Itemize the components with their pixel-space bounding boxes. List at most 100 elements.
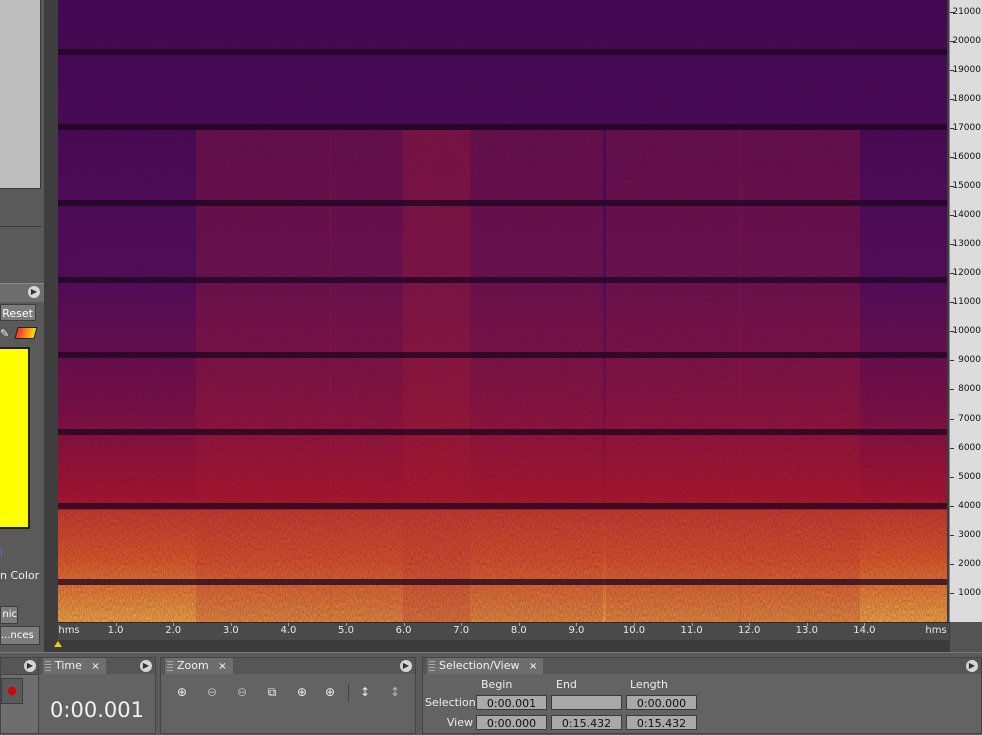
harmonic-button[interactable]: nic [0,606,18,624]
freq-label: 21000 [952,6,981,17]
tab-time[interactable]: Time × [43,658,106,674]
pencil-icon[interactable]: ✎ [0,327,10,340]
color-swatch[interactable] [0,347,30,529]
freq-tick [950,476,954,478]
time-label: hms [925,625,947,636]
zoom-out-full-icon[interactable]: ⊖ [233,684,251,700]
close-icon[interactable]: × [91,661,99,672]
grip-icon[interactable] [167,661,173,671]
tab-selection-view[interactable]: Selection/View × [427,658,544,674]
time-label: 5.0 [338,625,354,636]
preferences-button[interactable]: nces... [0,626,40,645]
time-tick [288,623,290,626]
time-label: 9.0 [568,625,585,636]
time-label: 4.0 [280,625,297,636]
time-label: 8.0 [510,625,527,636]
link-label[interactable]: l [0,548,3,559]
freq-tick [950,360,954,362]
freq-label: 7000 [958,413,981,424]
harmonic-band [58,579,947,585]
time-tick [230,623,232,626]
time-tick [115,623,117,626]
selection-length-field[interactable]: 0:00.000 [626,695,697,710]
reset-button[interactable]: Reset [0,304,36,321]
color-label: n Color [0,569,40,582]
freq-tick [950,447,954,449]
zoom-in-vertical-icon[interactable]: ↕ [356,684,374,700]
freq-label: 3000 [958,529,981,540]
freq-label: 6000 [958,442,981,453]
freq-label: 20000 [952,35,981,46]
freq-label: 8000 [958,384,981,395]
view-begin-field[interactable]: 0:00.000 [476,715,547,730]
column-end: End [556,678,577,691]
time-label: 1.0 [107,625,124,636]
time-label: 13.0 [795,625,818,636]
harmonic-band [58,49,947,55]
time-ruler: hms 1.0 2.0 3.0 4.0 5.0 6.0 7.0 8.0 9.0 10.0 11.0 12… [58,622,949,641]
grip-icon[interactable] [429,661,435,671]
zoom-out-amplitude-icon[interactable]: ⊖ [203,684,221,700]
zoom-in-amplitude-icon[interactable]: ⊕ [173,684,191,700]
time-tick [691,623,693,626]
selection-end-field[interactable] [551,695,622,710]
zoom-in-left-icon[interactable]: ⊕ [293,684,311,700]
freq-label: 16000 [952,151,981,162]
row-selection-label: Selection [425,696,476,709]
zoom-in-right-icon[interactable]: ⊕ [321,684,339,700]
time-tick [806,623,808,626]
tab-label: Time [55,659,82,672]
freq-label: 19000 [952,64,981,75]
zoom-panel-body [161,674,415,733]
time-tick [864,623,866,626]
freq-tick [950,534,954,536]
transport-panel: ▶ [0,657,40,734]
freq-tick [950,563,954,565]
time-tick [346,623,347,626]
harmonic-band [58,277,947,283]
frequency-ruler: 1000 2000 3000 4000 5000 6000 7000 8000 9000 1000… [949,0,982,622]
zoom-out-vertical-icon[interactable]: ↕ [386,684,404,700]
panel-menu-arrow-icon[interactable]: ▶ [24,660,36,672]
selection-begin-field[interactable]: 0:00.001 [476,695,547,710]
spectrogram-display[interactable] [58,0,947,622]
harmonic-band [58,429,947,435]
time-label: 12.0 [738,625,761,636]
panel-menu-arrow-icon[interactable]: ▶ [400,660,412,672]
horizontal-scrollbar[interactable] [44,640,950,652]
column-begin: Begin [481,678,513,691]
panel-menu-arrow-icon[interactable]: ▶ [28,286,40,298]
column-length: Length [630,678,668,691]
grip-icon[interactable] [45,661,51,671]
close-icon[interactable]: × [218,661,226,672]
record-button[interactable] [1,678,23,704]
record-icon [8,687,16,695]
panel-header: Time × ▶ [39,658,155,675]
tab-zoom[interactable]: Zoom × [165,658,233,674]
gradient-brush-icon[interactable] [14,327,38,339]
panel-menu-arrow-icon[interactable]: ▶ [140,660,152,672]
freq-tick [950,505,954,507]
harmonic-band [58,200,947,206]
left-dock-header: ▶ [0,283,44,302]
playhead-marker-icon[interactable] [54,641,62,647]
spectrogram-image [58,0,947,622]
view-length-field[interactable]: 0:15.432 [626,715,697,730]
time-tick [634,623,635,626]
close-icon[interactable]: × [529,661,537,672]
freq-label: 18000 [952,93,981,104]
time-label: hms [58,625,80,636]
view-end-field[interactable]: 0:15.432 [551,715,622,730]
time-tick [173,623,175,626]
row-view-label: View [446,716,473,729]
time-label: 14.0 [853,625,876,636]
panel-header: Selection/View × ▶ [423,658,981,675]
time-panel: Time × ▶ 0:00.001 [38,657,156,734]
time-label: 2.0 [165,625,182,636]
panel-menu-arrow-icon[interactable]: ▶ [966,660,978,672]
freq-label: 10000 [952,326,981,337]
selection-view-panel: Selection/View × ▶ Begin End Length Sele… [422,657,982,734]
time-tick [461,623,463,626]
freq-label: 11000 [952,297,981,308]
zoom-to-selection-icon[interactable]: ⧉ [263,684,281,700]
